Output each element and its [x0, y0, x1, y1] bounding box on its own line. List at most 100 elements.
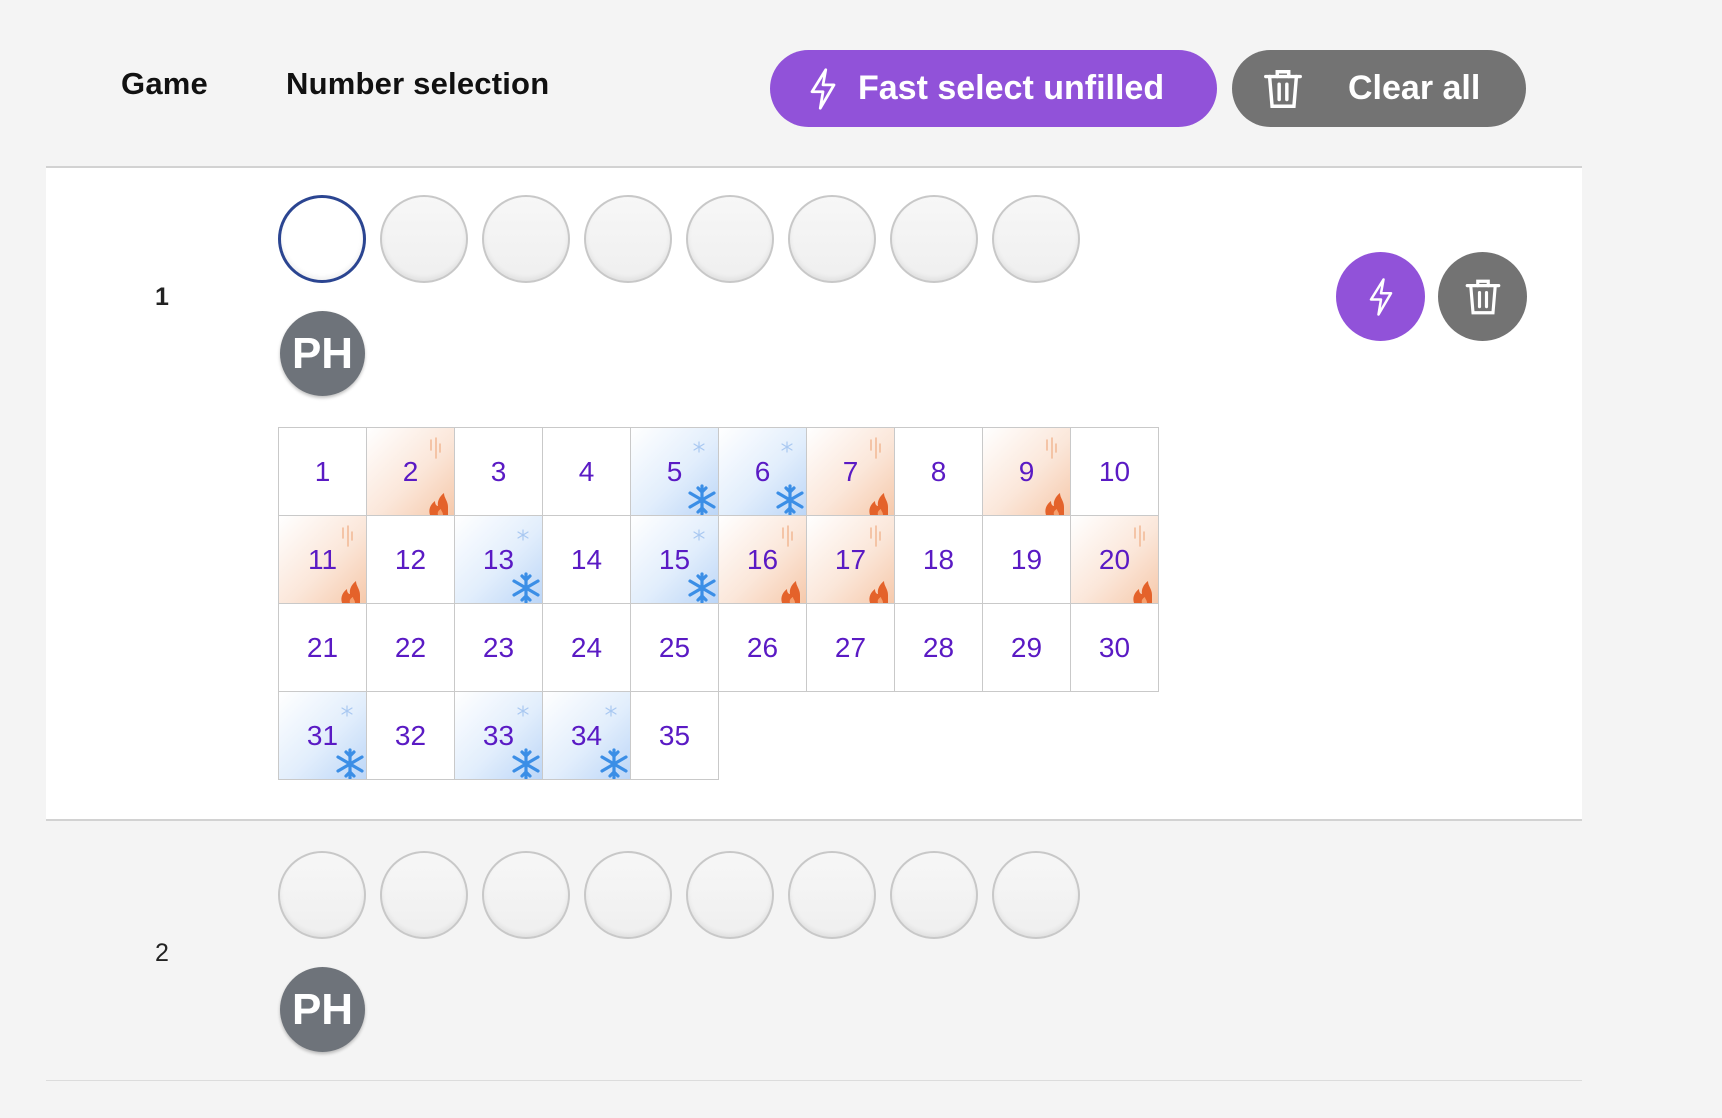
- number-slot-2[interactable]: [380, 851, 468, 939]
- number-label: 3: [490, 455, 507, 487]
- number-label: 10: [1098, 455, 1131, 487]
- number-slot-2[interactable]: [380, 195, 468, 283]
- number-cell-9[interactable]: 9: [982, 427, 1071, 516]
- number-cell-14[interactable]: 14: [542, 515, 631, 604]
- number-slot-8[interactable]: [992, 195, 1080, 283]
- number-cell-3[interactable]: 3: [454, 427, 543, 516]
- number-cell-30[interactable]: 30: [1070, 603, 1159, 692]
- number-label: 27: [834, 631, 867, 663]
- number-label: 25: [658, 631, 691, 663]
- clear-all-label: Clear all: [1348, 69, 1481, 107]
- lightning-icon: [810, 67, 836, 110]
- number-cell-28[interactable]: 28: [894, 603, 983, 692]
- number-label: 12: [394, 543, 427, 575]
- number-cell-10[interactable]: 10: [1070, 427, 1159, 516]
- number-label: 13: [482, 543, 515, 575]
- number-slot-7[interactable]: [890, 851, 978, 939]
- number-slot-6[interactable]: [788, 851, 876, 939]
- number-slot-5[interactable]: [686, 851, 774, 939]
- number-cell-15[interactable]: 15: [630, 515, 719, 604]
- number-label: 2: [402, 455, 419, 487]
- number-cell-13[interactable]: 13: [454, 515, 543, 604]
- snowflake-icon: [600, 748, 628, 779]
- game-number: 2: [155, 939, 169, 967]
- snowflake-icon: [688, 572, 716, 603]
- number-slot-1[interactable]: [278, 851, 366, 939]
- number-label: 16: [746, 543, 779, 575]
- trash-icon: [1465, 279, 1500, 314]
- number-label: 35: [658, 719, 691, 751]
- number-slots-game-2: [278, 851, 1080, 939]
- number-cell-31[interactable]: 31: [278, 691, 367, 780]
- number-cell-18[interactable]: 18: [894, 515, 983, 604]
- game-1-fast-select-button[interactable]: [1336, 252, 1425, 341]
- number-cell-35[interactable]: 35: [630, 691, 719, 780]
- number-cell-27[interactable]: 27: [806, 603, 895, 692]
- number-cell-22[interactable]: 22: [366, 603, 455, 692]
- fast-select-unfilled-button[interactable]: Fast select unfilled: [770, 50, 1217, 127]
- column-header-number-selection: Number selection: [286, 66, 550, 101]
- column-header-game: Game: [121, 66, 208, 101]
- game-1-clear-button[interactable]: [1438, 252, 1527, 341]
- number-cell-24[interactable]: 24: [542, 603, 631, 692]
- number-slot-1[interactable]: [278, 195, 366, 283]
- number-cell-17[interactable]: 17: [806, 515, 895, 604]
- number-label: 15: [658, 543, 691, 575]
- number-slot-7[interactable]: [890, 195, 978, 283]
- number-slot-5[interactable]: [686, 195, 774, 283]
- number-label: 14: [570, 543, 603, 575]
- number-cell-1[interactable]: 1: [278, 427, 367, 516]
- number-cell-34[interactable]: 34: [542, 691, 631, 780]
- number-cell-23[interactable]: 23: [454, 603, 543, 692]
- number-slot-4[interactable]: [584, 195, 672, 283]
- number-cell-5[interactable]: 5: [630, 427, 719, 516]
- number-cell-21[interactable]: 21: [278, 603, 367, 692]
- number-cell-4[interactable]: 4: [542, 427, 631, 516]
- flame-icon: [869, 581, 888, 603]
- number-cell-8[interactable]: 8: [894, 427, 983, 516]
- number-slot-4[interactable]: [584, 851, 672, 939]
- number-slot-3[interactable]: [482, 195, 570, 283]
- number-label: 29: [1010, 631, 1043, 663]
- number-cell-2[interactable]: 2: [366, 427, 455, 516]
- flame-icon: [869, 493, 888, 515]
- number-label: 31: [306, 719, 339, 751]
- powerball-slot-avatar[interactable]: PH: [280, 967, 365, 1052]
- number-slot-6[interactable]: [788, 195, 876, 283]
- number-label: 1: [314, 455, 331, 487]
- number-cell-16[interactable]: 16: [718, 515, 807, 604]
- number-cell-32[interactable]: 32: [366, 691, 455, 780]
- number-cell-7[interactable]: 7: [806, 427, 895, 516]
- number-label: 7: [842, 455, 859, 487]
- number-cell-25[interactable]: 25: [630, 603, 719, 692]
- number-label: 11: [307, 543, 338, 575]
- number-label: 4: [578, 455, 595, 487]
- number-label: 9: [1018, 455, 1035, 487]
- number-cell-12[interactable]: 12: [366, 515, 455, 604]
- number-label: 22: [394, 631, 427, 663]
- number-label: 18: [922, 543, 955, 575]
- powerball-slot-avatar[interactable]: PH: [280, 311, 365, 396]
- fast-select-unfilled-label: Fast select unfilled: [858, 69, 1165, 107]
- number-label: 20: [1098, 543, 1131, 575]
- number-slot-3[interactable]: [482, 851, 570, 939]
- number-cell-33[interactable]: 33: [454, 691, 543, 780]
- clear-all-button[interactable]: Clear all: [1232, 50, 1526, 127]
- flame-icon: [1133, 581, 1152, 603]
- number-cell-19[interactable]: 19: [982, 515, 1071, 604]
- number-cell-26[interactable]: 26: [718, 603, 807, 692]
- number-cell-29[interactable]: 29: [982, 603, 1071, 692]
- number-cell-11[interactable]: 11: [278, 515, 367, 604]
- number-label: 5: [666, 455, 683, 487]
- flame-icon: [341, 581, 360, 603]
- number-label: 33: [482, 719, 515, 751]
- number-label: 8: [930, 455, 947, 487]
- number-slot-8[interactable]: [992, 851, 1080, 939]
- number-cell-20[interactable]: 20: [1070, 515, 1159, 604]
- lightning-icon: [1369, 277, 1392, 316]
- number-cell-6[interactable]: 6: [718, 427, 807, 516]
- flame-icon: [429, 493, 448, 515]
- number-label: 26: [746, 631, 779, 663]
- game-number: 1: [155, 283, 169, 311]
- number-slots-game-1: [278, 195, 1080, 283]
